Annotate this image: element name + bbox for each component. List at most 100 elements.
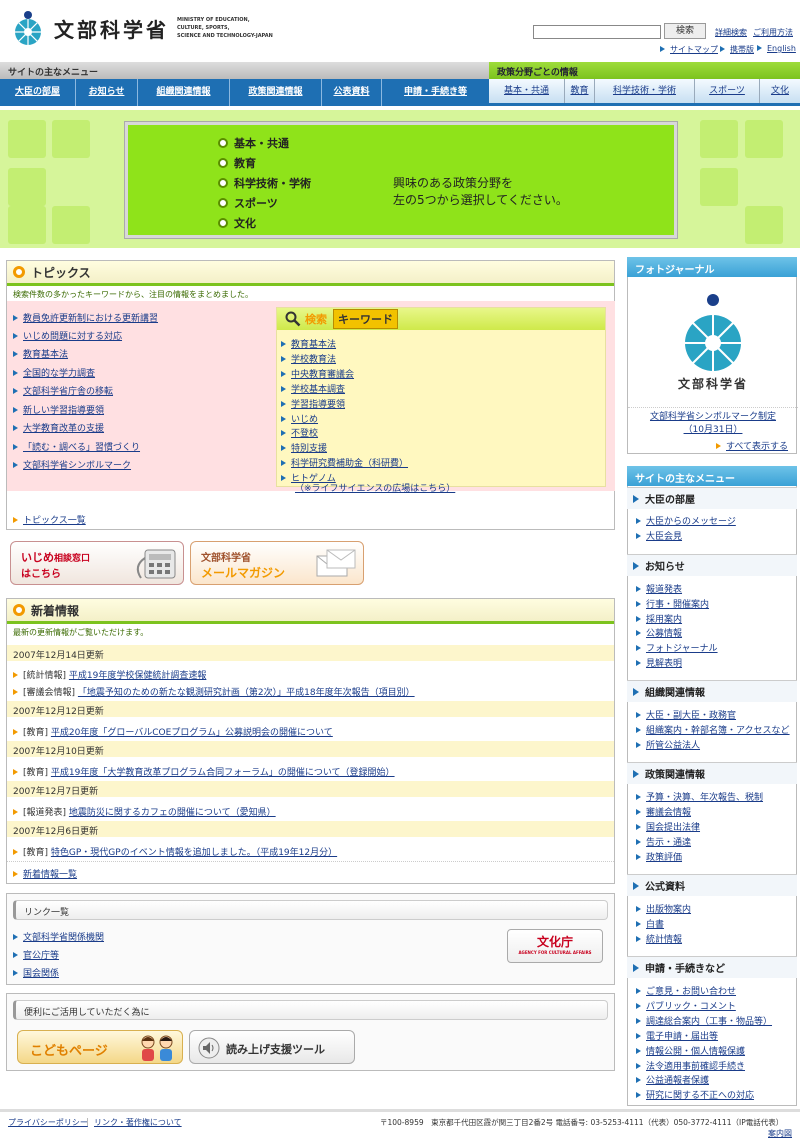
side-item[interactable]: 出版物案内: [636, 902, 691, 915]
usage-guide-link[interactable]: ご利用方法: [753, 27, 793, 38]
banner-cat-basic[interactable]: 基本・共通: [218, 135, 289, 151]
side-item[interactable]: 国会提出法律: [636, 820, 700, 833]
topic-item[interactable]: 文部科学省庁舎の移転: [13, 384, 113, 397]
news-item[interactable]: [教育] 平成19年度「大学教育改革プログラム合同フォーラム」の開催について（登…: [13, 765, 395, 778]
mail-magazine-banner[interactable]: 文部科学省 メールマガジン: [190, 541, 364, 585]
policy-tab-basic[interactable]: 基本・共通: [489, 79, 565, 103]
keyword-item[interactable]: 中央教育審議会: [281, 367, 354, 380]
photo-more-link[interactable]: すべて表示する: [716, 439, 788, 452]
policy-tab-science[interactable]: 科学技術・学術: [595, 79, 695, 103]
english-link[interactable]: English: [757, 44, 796, 53]
banner-cat-label: 基本・共通: [234, 137, 289, 150]
topic-link: 教員免許更新制における更新講習: [23, 314, 159, 324]
keyword-item[interactable]: 科学研究費補助金（科研費）: [281, 456, 408, 469]
topic-item[interactable]: 「読む・調べる」習慣づくり: [13, 440, 140, 453]
nav-policy[interactable]: 政策関連情報: [230, 79, 322, 106]
link-item[interactable]: 官公庁等: [13, 948, 59, 961]
side-item[interactable]: 情報公開・個人情報保護: [636, 1044, 745, 1057]
side-item[interactable]: 所管公益法人: [636, 738, 700, 751]
policy-tab-sports[interactable]: スポーツ: [695, 79, 760, 103]
bunka-agency-banner[interactable]: 文化庁 AGENCY FOR CULTURAL AFFAIRS: [507, 929, 603, 963]
side-item[interactable]: 採用案内: [636, 612, 682, 625]
envelope-icon: [316, 549, 356, 577]
keyword-item[interactable]: 特別支援: [281, 441, 327, 454]
side-item[interactable]: 統計情報: [636, 932, 682, 945]
keyword-item[interactable]: 学習指導要領: [281, 397, 345, 410]
side-item[interactable]: 電子申請・届出等: [636, 1029, 718, 1042]
side-item[interactable]: 大臣会見: [636, 529, 682, 542]
privacy-policy-link[interactable]: プライバシーポリシー: [8, 1117, 88, 1128]
side-item[interactable]: 法令適用事前確認手続き: [636, 1059, 745, 1072]
side-item[interactable]: 審議会情報: [636, 805, 691, 818]
side-item-label: 研究に関する不正への対応: [646, 1091, 755, 1101]
ijime-consultation-banner[interactable]: いじめ相談窓口 はこちら: [10, 541, 184, 585]
side-item[interactable]: 公益通報者保護: [636, 1073, 709, 1086]
banner-cat-culture[interactable]: 文化: [218, 215, 256, 231]
side-item[interactable]: 研究に関する不正への対応: [636, 1088, 754, 1101]
keyword-item[interactable]: 学校教育法: [281, 352, 336, 365]
side-item[interactable]: 行事・開催案内: [636, 597, 709, 610]
nav-notices[interactable]: お知らせ: [76, 79, 138, 106]
arrow-icon: [281, 355, 286, 362]
arrow-icon: [636, 1047, 641, 1054]
kids-page-banner[interactable]: こどもページ: [17, 1030, 183, 1064]
topic-item[interactable]: 教員免許更新制における更新講習: [13, 311, 158, 324]
topic-item[interactable]: 教育基本法: [13, 347, 68, 360]
search-button[interactable]: 検索: [664, 23, 706, 39]
side-item[interactable]: フォトジャーナル: [636, 641, 718, 654]
photo-caption[interactable]: 文部科学省シンボルマーク制定 （10月31日）: [628, 409, 798, 435]
news-item[interactable]: [教育] 平成20年度「グローバルCOEプログラム」公募説明会の開催について: [13, 725, 333, 738]
policy-tab-culture[interactable]: 文化: [760, 79, 800, 103]
policy-tab-education[interactable]: 教育: [565, 79, 595, 103]
advanced-search-link[interactable]: 詳細検索: [715, 27, 747, 38]
topic-item[interactable]: 全国的な学力調査: [13, 366, 95, 379]
keyword-item[interactable]: 不登校: [281, 426, 318, 439]
nav-minister[interactable]: 大臣の部屋: [0, 79, 76, 106]
keyword-item[interactable]: 教育基本法: [281, 337, 336, 350]
side-item[interactable]: 予算・決算、年次報告、税制: [636, 790, 763, 803]
mobile-link[interactable]: 携帯版: [720, 44, 754, 55]
side-item[interactable]: 大臣からのメッセージ: [636, 514, 736, 527]
side-item[interactable]: 報道発表: [636, 582, 682, 595]
topic-item[interactable]: 新しい学習指導要領: [13, 403, 104, 416]
radio-dot-icon: [218, 138, 228, 148]
banner-cat-education[interactable]: 教育: [218, 155, 256, 171]
side-item[interactable]: 大臣・副大臣・政務官: [636, 708, 736, 721]
site-logo[interactable]: 文部科学省 MINISTRY OF EDUCATION, CULTURE, SP…: [10, 10, 287, 46]
side-item[interactable]: 見解表明: [636, 656, 682, 669]
topic-item[interactable]: 文部科学省シンボルマーク: [13, 458, 131, 471]
topic-item[interactable]: 大学教育改革の支援: [13, 421, 104, 434]
keyword-note[interactable]: （※ライフサイエンスの広場はこちら）: [295, 481, 455, 494]
topics-more-link[interactable]: トピックス一覧: [13, 513, 86, 526]
news-item[interactable]: [審議会情報] 「地震予知のための新たな観測研究計画（第2次）」平成18年度年次…: [13, 685, 415, 698]
banner-cat-science[interactable]: 科学技術・学術: [218, 175, 311, 191]
nav-publications[interactable]: 公表資料: [322, 79, 382, 106]
side-item[interactable]: 公募情報: [636, 626, 682, 639]
side-item[interactable]: 政策評価: [636, 850, 682, 863]
search-input[interactable]: [533, 25, 661, 39]
news-item[interactable]: [教育] 特色GP・現代GPのイベント情報を追加しました。（平成19年12月分）: [13, 845, 337, 858]
link-item[interactable]: 国会関係: [13, 966, 59, 979]
side-item[interactable]: 白書: [636, 917, 664, 930]
side-item[interactable]: 調達総合案内（工事・物品等）: [636, 1014, 772, 1027]
keyword-item[interactable]: いじめ: [281, 412, 318, 425]
sitemap-link[interactable]: サイトマップ: [660, 44, 718, 55]
side-item[interactable]: ご意見・お問い合わせ: [636, 984, 736, 997]
ministry-symbol-icon[interactable]: [683, 293, 743, 373]
copyright-link[interactable]: リンク・著作権について: [94, 1117, 182, 1128]
nav-organization[interactable]: 組織関連情報: [138, 79, 230, 106]
news-item[interactable]: [統計情報] 平成19年度学校保健統計調査速報: [13, 668, 206, 681]
topic-item[interactable]: いじめ問題に対する対応: [13, 329, 122, 342]
banner-cat-sports[interactable]: スポーツ: [218, 195, 278, 211]
read-aloud-tool-banner[interactable]: 読み上げ支援ツール: [189, 1030, 355, 1064]
keyword-item[interactable]: 学校基本調査: [281, 382, 345, 395]
link-item[interactable]: 文部科学省関係機関: [13, 930, 104, 943]
arrow-icon: [636, 517, 641, 524]
side-item[interactable]: パブリック・コメント: [636, 999, 736, 1012]
news-more-link[interactable]: 新着情報一覧: [13, 867, 77, 880]
side-item[interactable]: 告示・通達: [636, 835, 691, 848]
news-item[interactable]: [報道発表] 地震防災に関するカフェの開催について（愛知県）: [13, 805, 276, 818]
nav-applications[interactable]: 申請・手続き等: [382, 79, 489, 106]
map-guide-link[interactable]: 案内図: [768, 1128, 792, 1139]
side-item[interactable]: 組織案内・幹部名簿・アクセスなど: [636, 723, 790, 736]
